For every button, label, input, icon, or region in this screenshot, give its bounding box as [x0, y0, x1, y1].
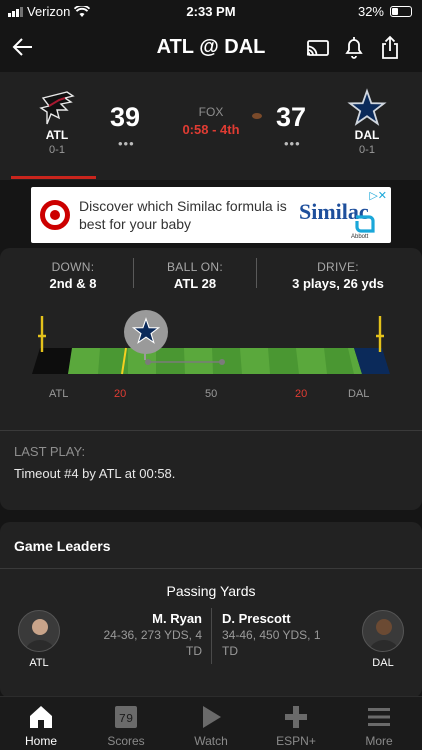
divider	[0, 430, 422, 431]
drive-card: DOWN: 2nd & 8 BALL ON: ATL 28 DRIVE: 3 p…	[0, 248, 422, 510]
leader-category: Passing Yards	[166, 583, 256, 599]
home-goalpost	[376, 316, 384, 352]
drive-label: DRIVE:	[317, 260, 359, 274]
last-play-text: Timeout #4 by ATL at 00:58.	[14, 466, 176, 481]
battery-percent: 32%	[357, 4, 384, 19]
home-player-name[interactable]: D. Prescott	[222, 611, 332, 626]
away-timeouts: •••	[118, 136, 135, 151]
home-player-team: DAL	[372, 657, 394, 669]
tab-label: ESPN+	[276, 734, 316, 748]
plus-icon	[285, 706, 307, 728]
away-team-record: 0-1	[49, 144, 65, 156]
possession-football-icon	[252, 113, 262, 119]
home-timeouts: •••	[284, 136, 301, 151]
divider	[256, 258, 257, 288]
abbott-logo-icon	[353, 213, 375, 235]
field-label-midfield: 50	[205, 388, 218, 400]
status-right: 32%	[358, 4, 412, 19]
game-leaders-card: Game Leaders Passing Yards ATL M. Ryan 2…	[0, 522, 422, 698]
away-goalpost	[38, 316, 46, 352]
away-end-zone	[32, 348, 72, 374]
scores-icon: 79	[115, 706, 137, 728]
ball-on-value: ATL 28	[173, 276, 217, 291]
target-logo-icon	[40, 200, 70, 230]
tab-more[interactable]: More	[344, 703, 414, 748]
tab-label: Home	[24, 734, 57, 748]
bell-icon[interactable]	[340, 34, 368, 62]
ball-marker-stem	[144, 352, 146, 360]
status-bar: Verizon 2:33 PM 32%	[0, 0, 422, 24]
home-player-avatar[interactable]	[362, 610, 404, 652]
ad-banner[interactable]: Discover which Similac formula is best f…	[31, 187, 391, 243]
ad-sub-brand: Abbott	[351, 234, 369, 240]
tab-indicator	[11, 176, 96, 179]
down-label: DOWN:	[51, 260, 95, 274]
tab-scores[interactable]: 79 Scores	[91, 703, 161, 748]
drive-value: 3 plays, 26 yds	[292, 276, 384, 291]
cowboys-star-icon[interactable]	[347, 88, 387, 128]
divider	[133, 258, 134, 288]
away-player-name[interactable]: M. Ryan	[104, 611, 202, 626]
menu-icon	[368, 708, 390, 726]
home-team-record: 0-1	[359, 144, 375, 156]
cast-icon[interactable]	[304, 34, 332, 62]
ball-marker-bubble	[124, 310, 168, 354]
bottom-tab-bar: Home 79 Scores Watch ESPN+ More	[0, 696, 422, 750]
scoreboard: ATL 0-1 39 ••• FOX 0:58 - 4th 37 ••• DAL…	[0, 72, 422, 180]
ball-on-label: BALL ON:	[167, 260, 223, 274]
battery-icon	[390, 6, 412, 17]
tab-espn-plus[interactable]: ESPN+	[261, 703, 331, 748]
play-icon	[203, 706, 221, 728]
field-label-away-20: 20	[114, 388, 127, 400]
divider	[0, 568, 422, 569]
tab-home[interactable]: Home	[6, 703, 76, 748]
down-stat: DOWN: 2nd & 8	[30, 260, 116, 291]
adchoices-icon[interactable]: ▷✕	[369, 189, 387, 202]
tab-watch[interactable]: Watch	[176, 703, 246, 748]
field-label-home: DAL	[348, 388, 370, 400]
drive-stat: DRIVE: 3 plays, 26 yds	[268, 260, 408, 291]
tab-label: Watch	[194, 734, 228, 748]
divider	[211, 608, 212, 664]
away-player-team: ATL	[29, 657, 49, 669]
home-team-abbr: DAL	[354, 128, 380, 142]
home-icon	[30, 706, 52, 728]
away-player-avatar[interactable]	[18, 610, 60, 652]
home-score: 37	[276, 102, 307, 132]
game-leaders-title: Game Leaders	[14, 538, 111, 554]
down-value: 2nd & 8	[49, 276, 97, 291]
tab-label: More	[365, 734, 393, 748]
ball-on-stat: BALL ON: ATL 28	[150, 260, 240, 291]
field-graphic	[32, 316, 390, 375]
tab-label: Scores	[107, 734, 145, 748]
ad-text: Discover which Similac formula is best f…	[79, 198, 287, 232]
svg-text:79: 79	[119, 712, 133, 726]
field-label-home-20: 20	[295, 388, 308, 400]
cowboys-star-icon	[131, 317, 161, 344]
last-play-label: LAST PLAY:	[14, 444, 86, 459]
share-icon[interactable]	[376, 34, 404, 62]
drive-start-marker	[219, 359, 225, 365]
away-player-stats: 24-36, 273 YDS, 4 TD	[103, 628, 202, 658]
field-label-away: ATL	[49, 388, 69, 400]
game-header: ATL @ DAL	[0, 24, 422, 72]
home-player-stats: 34-46, 450 YDS, 1 TD	[222, 628, 321, 658]
